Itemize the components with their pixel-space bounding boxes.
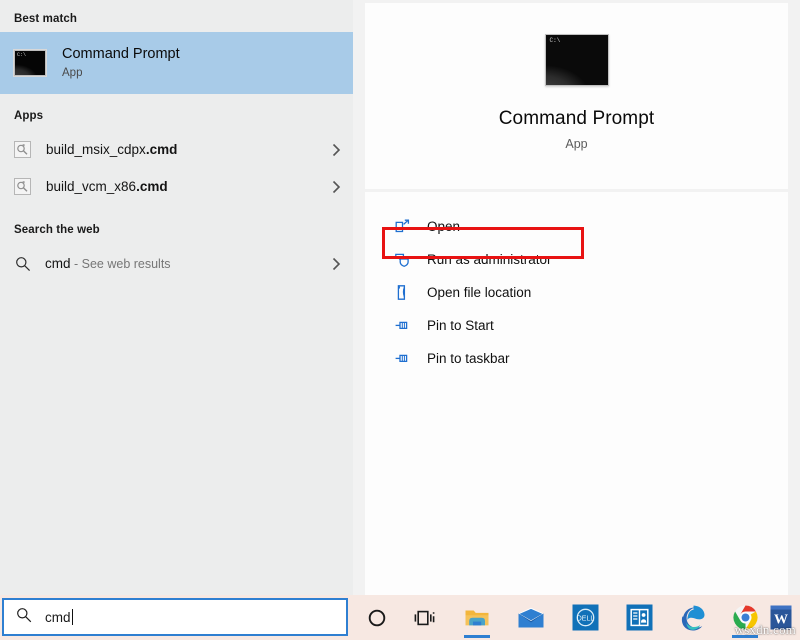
search-input[interactable]: cmd bbox=[2, 598, 348, 636]
web-result-label: cmd - See web results bbox=[45, 256, 329, 271]
web-result-suffix: - See web results bbox=[70, 257, 171, 271]
mail-icon[interactable] bbox=[509, 595, 553, 640]
best-match-text: Command Prompt App bbox=[62, 45, 180, 82]
apps-group-header: Apps bbox=[14, 110, 44, 122]
best-match-subtitle: App bbox=[62, 66, 83, 79]
app-hero-card: Command Prompt App bbox=[365, 3, 788, 189]
best-match-header: Best match bbox=[14, 13, 77, 25]
shield-run-icon bbox=[392, 250, 412, 270]
chevron-right-icon[interactable] bbox=[329, 143, 343, 157]
action-pin-to-start-label: Pin to Start bbox=[427, 318, 494, 333]
action-open-file-location[interactable]: Open file location bbox=[365, 276, 788, 309]
start-menu-search-screen: Best match Command Prompt App Apps build… bbox=[0, 0, 800, 640]
best-match-result-command-prompt[interactable]: Command Prompt App bbox=[0, 32, 353, 94]
pin-icon bbox=[392, 316, 412, 336]
chevron-right-icon[interactable] bbox=[329, 180, 343, 194]
action-open[interactable]: Open bbox=[365, 210, 788, 243]
microsoft-edge-icon[interactable] bbox=[671, 595, 715, 640]
command-prompt-icon bbox=[14, 50, 46, 76]
search-results-pane: Best match Command Prompt App Apps build… bbox=[0, 0, 353, 595]
task-view-icon[interactable] bbox=[405, 595, 445, 640]
folder-open-location-icon bbox=[392, 283, 412, 303]
search-the-web-header: Search the web bbox=[14, 224, 100, 236]
search-icon bbox=[16, 607, 32, 628]
watermark-text: wsxdn.com bbox=[734, 622, 796, 637]
search-input-value: cmd bbox=[45, 609, 71, 625]
search-icon bbox=[14, 256, 31, 272]
app-detail-pane: Command Prompt App Open bbox=[353, 0, 800, 595]
action-pin-to-taskbar-label: Pin to taskbar bbox=[427, 351, 510, 366]
best-match-title: Command Prompt bbox=[62, 45, 180, 62]
cmd-script-icon bbox=[14, 141, 31, 158]
action-open-file-location-label: Open file location bbox=[427, 285, 532, 300]
list-item-app-0[interactable]: build_msix_cdpx.cmd bbox=[0, 131, 353, 168]
list-item-app-1[interactable]: build_vcm_x86.cmd bbox=[0, 168, 353, 205]
app-0-ext: .cmd bbox=[145, 142, 178, 157]
taskbar: cmd DELL W wsxdn.com bbox=[0, 595, 800, 640]
app-1-ext: .cmd bbox=[136, 179, 168, 194]
web-result-query: cmd bbox=[45, 256, 71, 271]
action-pin-to-start[interactable]: Pin to Start bbox=[365, 309, 788, 342]
page-title: Command Prompt bbox=[498, 108, 655, 129]
action-run-as-administrator-label: Run as administrator bbox=[427, 252, 552, 267]
list-item-web-result[interactable]: cmd - See web results bbox=[0, 245, 353, 282]
action-pin-to-taskbar[interactable]: Pin to taskbar bbox=[365, 342, 788, 375]
app-actions-list: Open Run as administrator Open file loca… bbox=[365, 192, 788, 375]
dell-digital-delivery-icon[interactable] bbox=[617, 595, 661, 640]
command-prompt-icon bbox=[544, 34, 609, 86]
dell-icon[interactable]: DELL bbox=[563, 595, 607, 640]
cmd-script-icon bbox=[14, 178, 31, 195]
action-open-label: Open bbox=[427, 219, 461, 234]
app-actions-card: Open Run as administrator Open file loca… bbox=[365, 192, 788, 595]
cortana-icon[interactable] bbox=[357, 595, 397, 640]
app-1-name: build_vcm_x86 bbox=[46, 179, 137, 194]
action-run-as-administrator[interactable]: Run as administrator bbox=[365, 243, 788, 276]
app-0-name: build_msix_cdpx bbox=[46, 142, 146, 157]
list-item-app-1-label: build_vcm_x86.cmd bbox=[46, 179, 329, 194]
file-explorer-icon[interactable] bbox=[455, 595, 499, 640]
text-caret bbox=[71, 609, 73, 625]
app-type-label: App bbox=[565, 137, 588, 151]
chevron-right-icon[interactable] bbox=[329, 257, 343, 271]
list-item-app-0-label: build_msix_cdpx.cmd bbox=[46, 142, 329, 157]
svg-text:DELL: DELL bbox=[576, 615, 594, 622]
pin-icon bbox=[392, 349, 412, 369]
open-external-icon bbox=[392, 217, 412, 237]
search-input-value-wrap: cmd bbox=[45, 609, 73, 625]
